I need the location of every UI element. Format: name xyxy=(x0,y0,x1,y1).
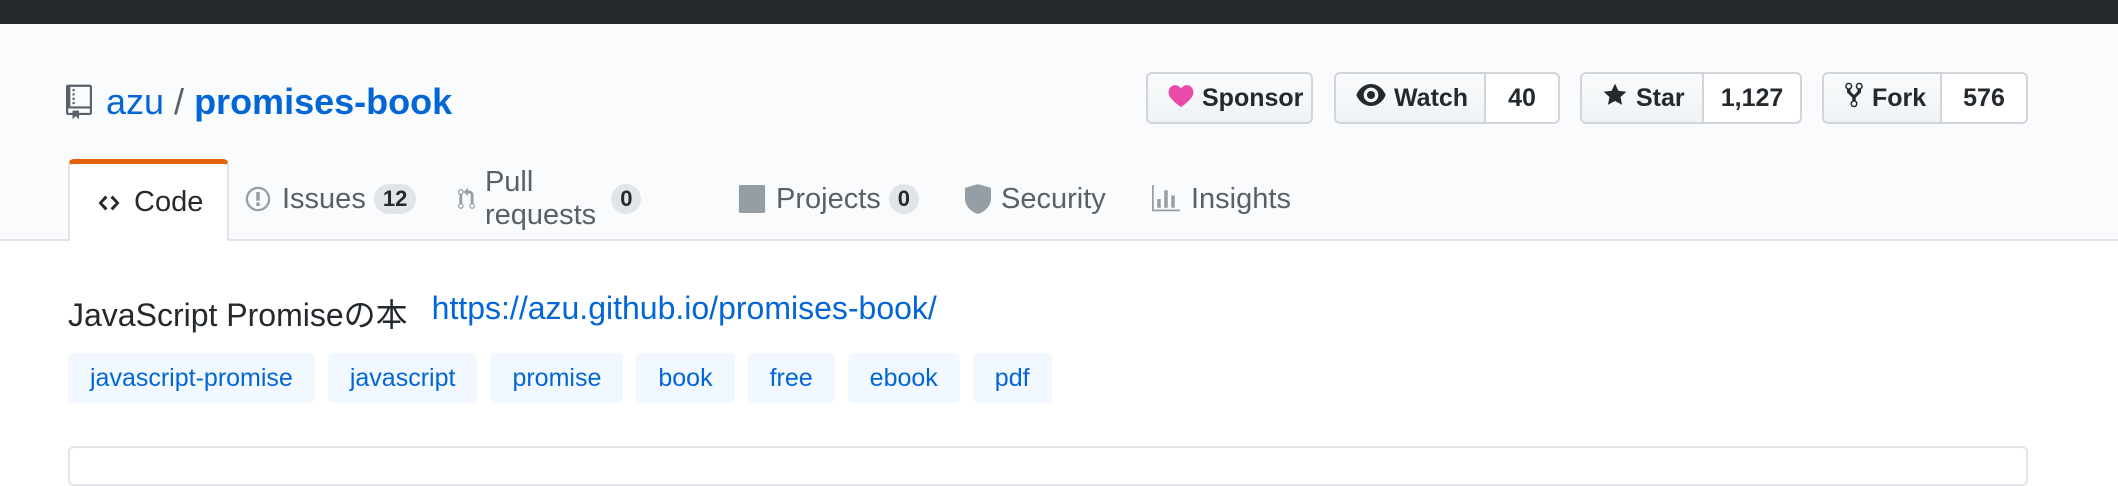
watch-button-group: Watch 40 xyxy=(1334,72,1560,124)
pull-request-icon xyxy=(458,187,475,209)
tab-label: Code xyxy=(134,186,204,218)
fork-button[interactable]: Fork xyxy=(1822,72,1942,124)
homepage-link[interactable]: https://azu.github.io/promises-book/ xyxy=(432,290,937,336)
star-button[interactable]: Star xyxy=(1580,72,1704,124)
topic-tag[interactable]: promise xyxy=(490,353,624,403)
eye-icon xyxy=(1356,83,1386,113)
summary-box xyxy=(68,446,2028,486)
description-text: JavaScript Promiseの本 xyxy=(68,297,408,333)
topic-tag[interactable]: book xyxy=(636,353,735,403)
path-separator: / xyxy=(174,81,185,122)
fork-button-group: Fork 576 xyxy=(1822,72,2028,124)
projects-counter: 0 xyxy=(888,184,920,214)
tab-pull-requests[interactable]: Pull requests 0 xyxy=(458,159,642,239)
topic-tag[interactable]: pdf xyxy=(972,353,1052,403)
star-button-group: Star 1,127 xyxy=(1580,72,1802,124)
repo-name-link[interactable]: promises-book xyxy=(194,81,452,123)
project-icon xyxy=(738,185,766,213)
tab-code[interactable]: Code xyxy=(68,159,230,241)
pull-requests-counter: 0 xyxy=(611,184,642,214)
tab-insights[interactable]: Insights xyxy=(1151,159,1291,239)
tab-issues[interactable]: Issues 12 xyxy=(244,159,417,239)
sponsor-label: Sponsor xyxy=(1202,83,1304,112)
topic-list: javascript-promise javascript promise bo… xyxy=(68,353,1065,403)
sponsor-button[interactable]: Sponsor xyxy=(1146,72,1313,124)
shield-icon xyxy=(965,184,991,214)
repo-owner-link[interactable]: azu xyxy=(106,81,164,123)
watch-button[interactable]: Watch xyxy=(1334,72,1486,124)
issues-counter: 12 xyxy=(373,184,417,214)
topic-tag[interactable]: ebook xyxy=(847,353,960,403)
top-header-bar xyxy=(0,0,2118,24)
tab-label: Security xyxy=(1001,182,1106,215)
forks-count-link[interactable]: 576 xyxy=(1942,72,2028,124)
tab-label: Insights xyxy=(1191,182,1291,215)
repo-icon xyxy=(66,84,92,120)
stargazers-count-link[interactable]: 1,127 xyxy=(1704,72,1802,124)
graph-icon xyxy=(1152,185,1180,212)
tab-security[interactable]: Security xyxy=(965,159,1106,239)
issue-icon xyxy=(245,186,271,212)
repo-description: JavaScript Promiseの本 https://azu.github.… xyxy=(68,290,937,336)
star-label: Star xyxy=(1636,83,1685,112)
watchers-count-link[interactable]: 40 xyxy=(1486,72,1560,124)
star-icon xyxy=(1602,82,1628,115)
code-icon xyxy=(98,195,120,210)
topic-tag[interactable]: free xyxy=(747,353,835,403)
watch-label: Watch xyxy=(1394,83,1469,112)
topic-tag[interactable]: javascript xyxy=(327,353,478,403)
heart-icon xyxy=(1168,83,1194,114)
tab-projects[interactable]: Projects 0 xyxy=(738,159,920,239)
topic-tag[interactable]: javascript-promise xyxy=(68,353,315,403)
fork-label: Fork xyxy=(1872,83,1927,112)
tab-label: Pull requests xyxy=(484,166,597,231)
tab-label: Issues xyxy=(282,182,366,215)
tab-label: Projects xyxy=(776,182,881,215)
fork-icon xyxy=(1844,81,1864,116)
repo-title: azu / promises-book xyxy=(66,78,452,126)
